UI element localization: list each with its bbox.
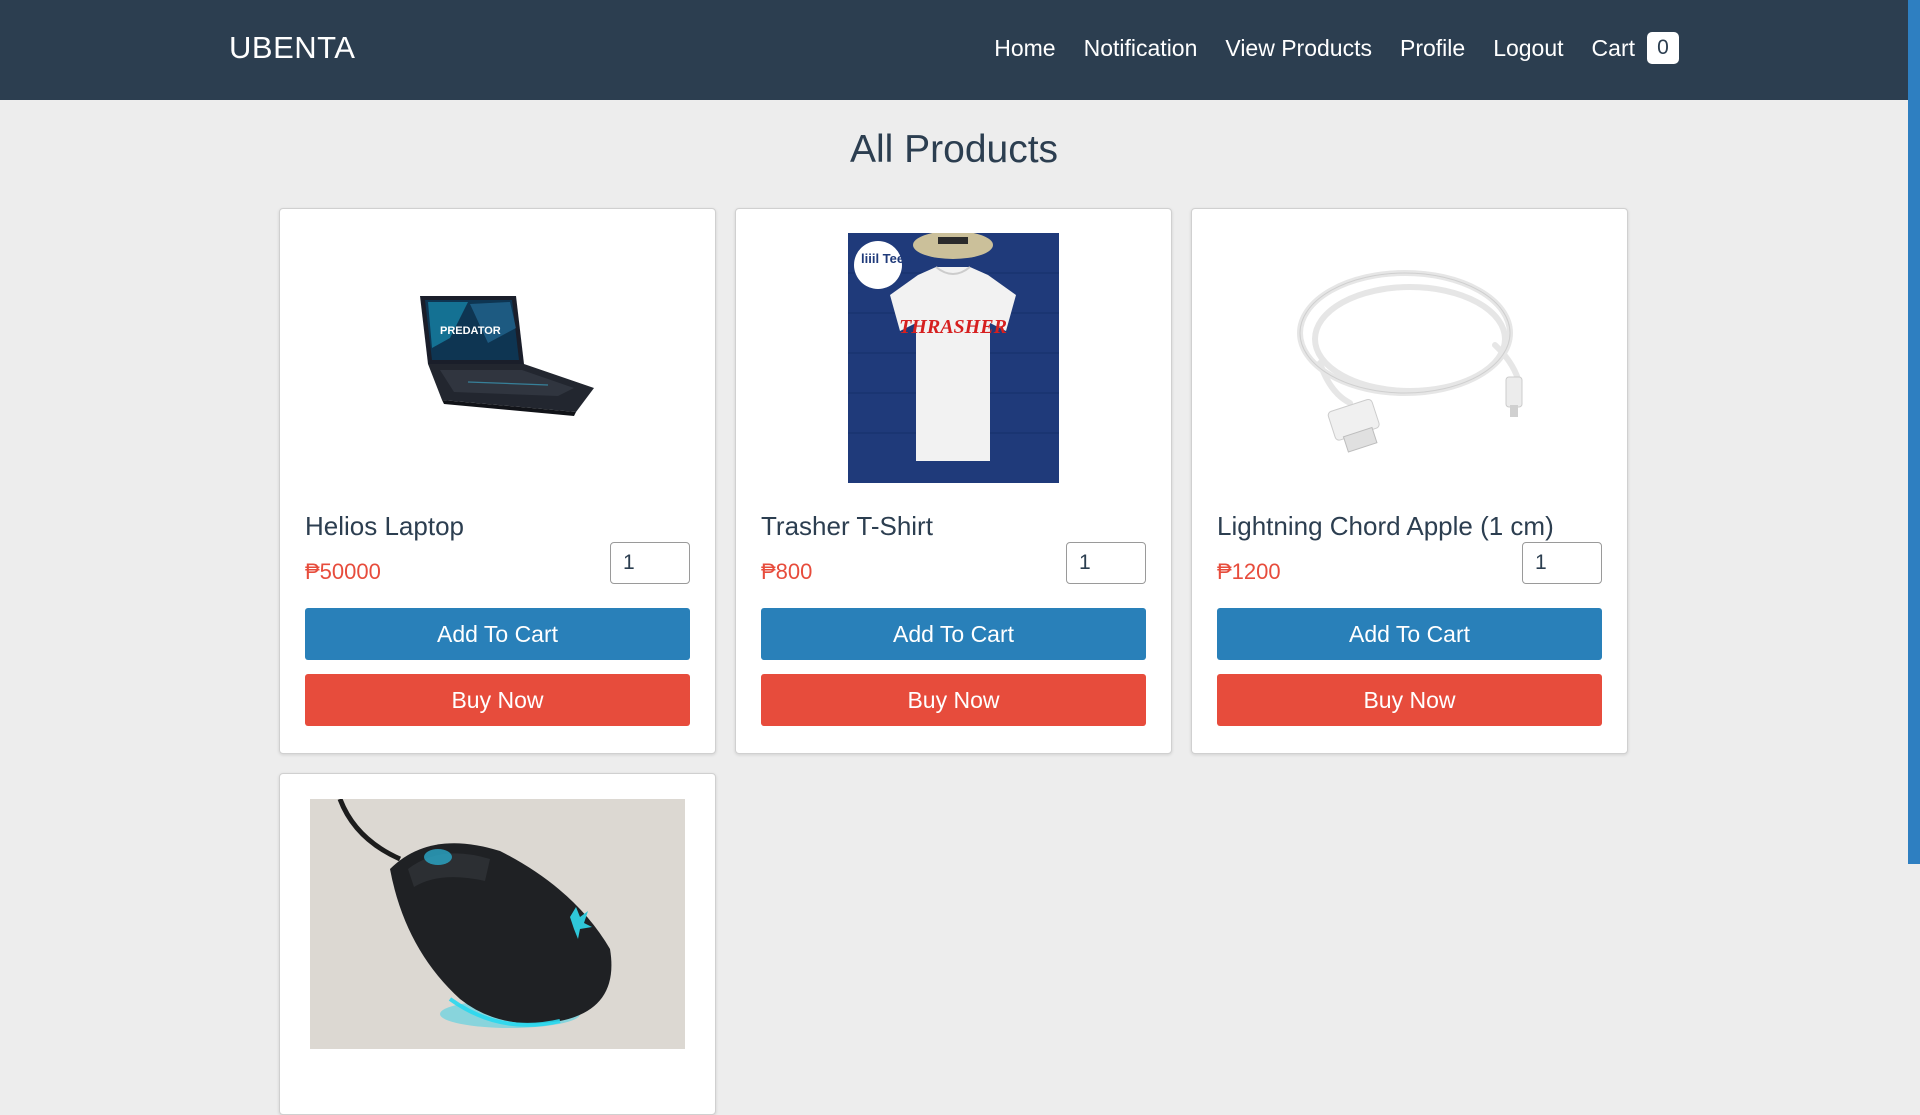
quantity-input[interactable] (1066, 542, 1146, 584)
cable-image[interactable] (1217, 233, 1602, 483)
product-price: ₱800 (761, 559, 813, 584)
add-to-cart-button[interactable]: Add To Cart (761, 608, 1146, 660)
cart-count-badge: 0 (1647, 32, 1679, 64)
product-price: ₱1200 (1217, 559, 1281, 584)
cable-icon (1296, 270, 1522, 453)
page-title: All Products (849, 128, 1059, 171)
scrollbar-thumb[interactable] (1908, 0, 1920, 864)
laptop-icon: PREDATOR (419, 296, 594, 416)
brand-logo[interactable]: UBENTA (229, 30, 355, 66)
svg-text:PREDATOR: PREDATOR (440, 325, 501, 337)
tshirt-image[interactable]: liiil Tees THRASHER (761, 233, 1146, 483)
nav-logout[interactable]: Logout (1493, 35, 1563, 62)
add-to-cart-button[interactable]: Add To Cart (1217, 608, 1602, 660)
add-to-cart-button[interactable]: Add To Cart (305, 608, 690, 660)
quantity-input[interactable] (1522, 542, 1602, 584)
product-card: liiil Tees THRASHER Trasher T-Shirt ₱800… (735, 208, 1172, 754)
product-name: Trasher T-Shirt (761, 511, 933, 541)
product-card: PREDATOR Helios Laptop ₱50000 Add To Car… (279, 208, 716, 754)
product-card (279, 773, 716, 1115)
quantity-input[interactable] (610, 542, 690, 584)
buy-now-button[interactable]: Buy Now (761, 674, 1146, 726)
buy-now-button[interactable]: Buy Now (305, 674, 690, 726)
nav-profile[interactable]: Profile (1400, 35, 1465, 62)
nav-home[interactable]: Home (994, 35, 1055, 62)
nav-links: Home Notification View Products Profile … (994, 32, 1679, 64)
nav-view-products[interactable]: View Products (1225, 35, 1372, 62)
laptop-image[interactable]: PREDATOR (305, 233, 690, 483)
mouse-icon (310, 799, 685, 1049)
product-price: ₱50000 (305, 559, 381, 584)
tshirt-logo-text: liiil Tees (861, 251, 911, 266)
buy-now-button[interactable]: Buy Now (1217, 674, 1602, 726)
navbar: UBENTA Home Notification View Products P… (0, 0, 1908, 100)
product-name: Helios Laptop (305, 511, 464, 541)
mouse-image[interactable] (310, 799, 685, 1049)
nav-cart[interactable]: Cart 0 (1592, 32, 1679, 64)
nav-cart-label: Cart (1591, 34, 1635, 61)
product-card: Lightning Chord Apple (1 cm) ₱1200 Add T… (1191, 208, 1628, 754)
tshirt-print-text: THRASHER (899, 316, 1007, 338)
product-name: Lightning Chord Apple (1 cm) (1217, 511, 1554, 541)
tshirt-icon: liiil Tees THRASHER (848, 233, 1059, 483)
nav-notification[interactable]: Notification (1084, 35, 1198, 62)
